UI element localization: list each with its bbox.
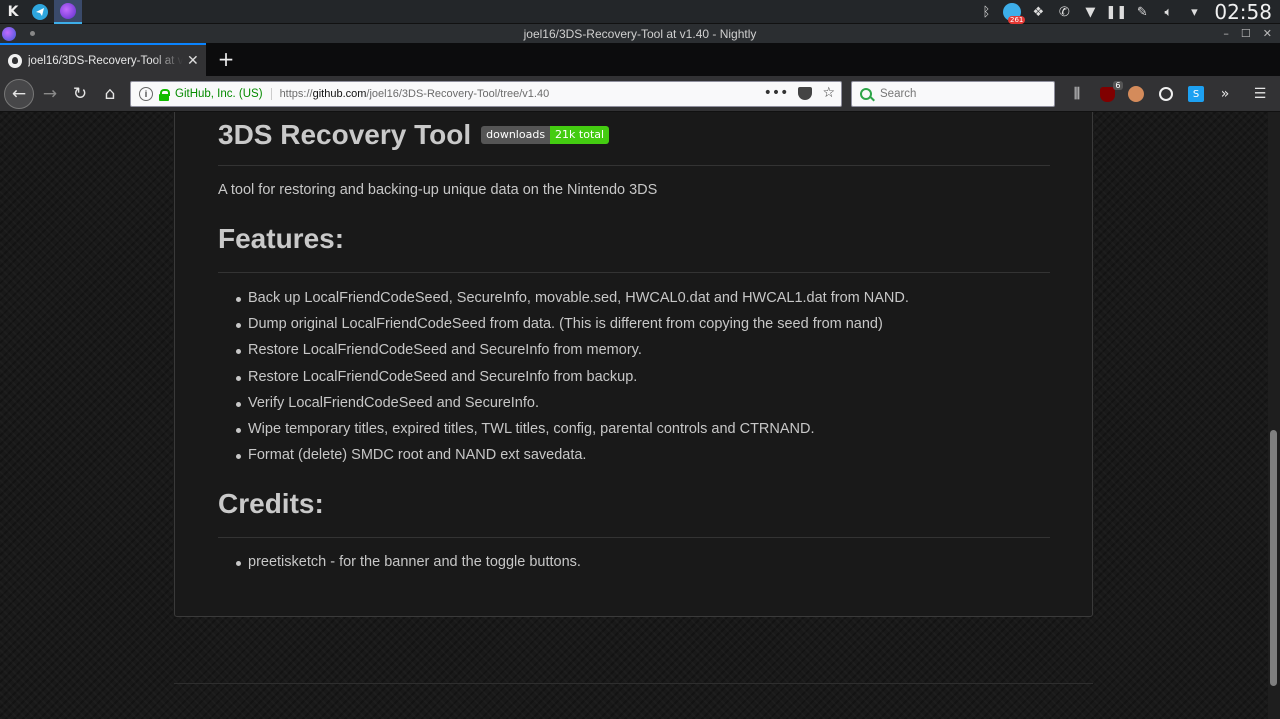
list-item: Dump original LocalFriendCodeSeed from d…	[234, 311, 1034, 337]
reload-button[interactable]: ↻	[66, 80, 94, 108]
bookmark-star-icon[interactable]: ☆	[822, 85, 835, 101]
site-identity[interactable]: GitHub, Inc. (US)	[175, 88, 272, 100]
maximize-icon[interactable]: ☐	[1241, 27, 1251, 40]
search-icon	[860, 88, 872, 100]
url-domain: github.com	[312, 88, 367, 100]
page-scrollbar[interactable]	[1268, 112, 1280, 719]
footer-divider	[174, 683, 1093, 684]
new-tab-button[interactable]: +	[214, 46, 238, 72]
scrollbar-thumb[interactable]	[1270, 430, 1277, 686]
readme-title: 3DS Recovery Tool	[218, 119, 472, 150]
arrow-right-icon: →	[42, 84, 58, 104]
tab-title: joel16/3DS-Recovery-Tool at v1.40 - Nigh…	[28, 54, 183, 67]
clipboard-icon[interactable]: ✎	[1132, 2, 1152, 22]
list-item: Wipe temporary titles, expired titles, T…	[234, 416, 1034, 442]
readme-box: 3DS Recovery Tool downloads 21k total A …	[174, 112, 1093, 617]
readme-description: A tool for restoring and backing-up uniq…	[218, 182, 658, 198]
ring-extension-button[interactable]	[1154, 82, 1178, 106]
credits-heading: Credits:	[218, 488, 324, 519]
library-button[interactable]: ⫼	[1065, 82, 1089, 106]
mail-notification-icon[interactable]: 261	[1002, 2, 1026, 24]
page-actions-icon[interactable]: •••	[764, 85, 789, 101]
clock[interactable]: 02:58	[1214, 0, 1272, 24]
minimize-icon[interactable]: –	[1223, 27, 1229, 40]
credits-list: preetisketch - for the banner and the to…	[234, 549, 1034, 575]
tab-close-icon[interactable]: ✕	[187, 53, 199, 69]
bluetooth-icon[interactable]: ᛒ	[976, 2, 996, 22]
lock-icon[interactable]	[159, 88, 170, 101]
url-bar[interactable]: i GitHub, Inc. (US) https://github.com/j…	[130, 81, 842, 107]
hamburger-menu-button[interactable]: ☰	[1248, 82, 1272, 106]
features-heading: Features:	[218, 223, 345, 254]
list-item: Format (delete) SMDC root and NAND ext s…	[234, 442, 1034, 468]
telegram-task-icon[interactable]	[26, 0, 54, 24]
tab-github-repo[interactable]: joel16/3DS-Recovery-Tool at v1.40 - Nigh…	[0, 43, 206, 76]
list-item: preetisketch - for the banner and the to…	[234, 549, 1034, 575]
ublock-icon: 6	[1099, 80, 1123, 102]
credits-divider	[218, 537, 1050, 538]
close-window-icon[interactable]: ✕	[1263, 27, 1272, 40]
list-item: Restore LocalFriendCodeSeed and SecureIn…	[234, 337, 1034, 363]
chevron-double-right-icon: »	[1220, 86, 1230, 102]
notification-count: 261	[1007, 16, 1026, 24]
window-title: joel16/3DS-Recovery-Tool at v1.40 - Nigh…	[523, 26, 757, 41]
wifi-icon[interactable]: ▼	[1080, 2, 1100, 22]
home-icon: ⌂	[104, 84, 116, 104]
readme-title-row: 3DS Recovery Tool downloads 21k total	[218, 119, 610, 151]
tab-strip: joel16/3DS-Recovery-Tool at v1.40 - Nigh…	[0, 43, 1280, 76]
downloads-badge[interactable]: downloads 21k total	[481, 126, 610, 144]
search-placeholder: Search	[880, 88, 917, 100]
search-bar[interactable]: Search	[851, 81, 1055, 107]
list-item: Restore LocalFriendCodeSeed and SecureIn…	[234, 364, 1034, 390]
ublock-button[interactable]: 6	[1095, 80, 1123, 106]
s-extension-icon: S	[1188, 86, 1204, 102]
s-extension-button[interactable]: S	[1184, 82, 1208, 106]
list-item: Back up LocalFriendCodeSeed, SecureInfo,…	[234, 285, 1034, 311]
system-tray: ᛒ 261 ❖ ✆ ▼ ❚❚ ✎ 🔈︎ ▾ 02:58	[976, 0, 1272, 24]
window-titlebar[interactable]: joel16/3DS-Recovery-Tool at v1.40 - Nigh…	[0, 24, 1280, 43]
pocket-icon[interactable]	[798, 86, 813, 100]
badge-label: downloads	[481, 126, 551, 144]
features-divider	[218, 272, 1050, 273]
navigation-toolbar: ← → ↻ ⌂ i GitHub, Inc. (US) https://gith…	[0, 76, 1280, 112]
arrow-left-icon: ←	[11, 84, 27, 104]
home-button[interactable]: ⌂	[96, 80, 124, 108]
avatar-extension-button[interactable]	[1124, 82, 1148, 106]
url-text[interactable]: https://github.com/joel16/3DS-Recovery-T…	[280, 88, 550, 100]
ublock-count: 6	[1113, 80, 1123, 90]
url-prefix: https://	[279, 88, 313, 100]
title-divider	[218, 165, 1050, 166]
back-button[interactable]: ←	[4, 79, 34, 109]
ring-icon	[1159, 87, 1173, 101]
library-icon: ⫼	[1073, 86, 1081, 102]
tray-expand-icon[interactable]: ▾	[1184, 2, 1204, 22]
badge-value: 21k total	[550, 126, 610, 144]
reload-icon: ↻	[72, 84, 88, 104]
github-favicon-icon	[8, 53, 22, 68]
kde-launcher-icon[interactable]: K	[0, 0, 26, 24]
dropbox-icon[interactable]: ❖	[1028, 2, 1048, 22]
page-viewport[interactable]: 3DS Recovery Tool downloads 21k total A …	[0, 112, 1280, 719]
features-list: Back up LocalFriendCodeSeed, SecureInfo,…	[234, 285, 1034, 468]
overflow-menu-button[interactable]: »	[1213, 82, 1237, 106]
forward-button[interactable]: →	[36, 80, 64, 108]
system-panel: K ᛒ 261 ❖ ✆ ▼ ❚❚ ✎ 🔈︎ ▾ 02:58	[0, 0, 1280, 24]
firefox-task-icon[interactable]	[54, 0, 82, 24]
media-pause-icon[interactable]: ❚❚	[1105, 2, 1127, 22]
kdeconnect-phone-icon[interactable]: ✆	[1054, 2, 1074, 22]
list-item: Verify LocalFriendCodeSeed and SecureInf…	[234, 390, 1034, 416]
site-info-icon[interactable]: i	[139, 87, 153, 101]
volume-icon[interactable]: 🔈︎	[1158, 2, 1178, 22]
url-path: /joel16/3DS-Recovery-Tool/tree/v1.40	[366, 88, 550, 100]
hamburger-icon: ☰	[1253, 86, 1267, 102]
avatar-icon	[1128, 86, 1144, 102]
